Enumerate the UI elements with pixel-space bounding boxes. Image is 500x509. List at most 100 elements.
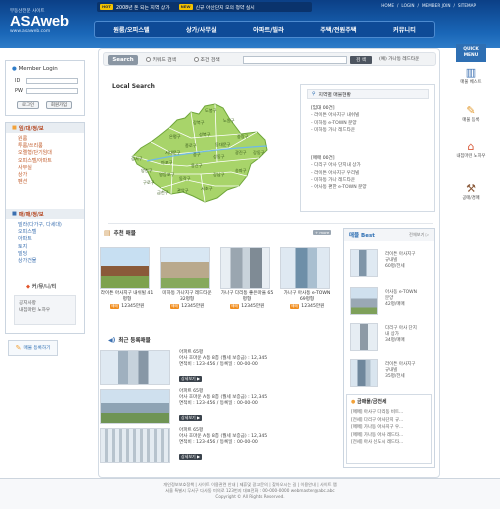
id-input[interactable] [26,78,78,84]
recommend-card[interactable]: 가나구 다리동 좋은마을 65평형 매매 12345만원 [220,247,274,309]
region-item[interactable]: - 미하동 가나 레드타운 [311,127,359,134]
hot-deal-item[interactable]: [전세] 아사 신도시 레드타... [351,439,403,447]
site-logo[interactable]: 부동산전문 사이트 ASAweb www.asaweb.com [10,8,69,34]
sale-item[interactable]: 아파트 [18,236,62,243]
best-item[interactable]: 라이튼 아사지구 규내빌 35평/전세 [350,359,436,391]
recommend-heading: ▤ 추천 매물 [104,229,136,237]
quick-item-register[interactable]: ✎ 매물 등록 [456,104,486,123]
detail-button[interactable]: 상세보기 ▶ [179,454,203,460]
best-item[interactable]: 아사동 e-TOWN 분양 42평/매매 [350,287,436,319]
region-item[interactable]: - 미하동 e-TOWN 분양 [311,120,359,127]
region-item[interactable]: - 다리구 아사 단지내 상가 [311,162,367,169]
recent-listing[interactable]: 아파트 65평 아사 호마운 A동 8층 (월세 보증금) : 12,345 면… [100,350,336,390]
best-line: 60평/전세 [385,264,405,269]
district-label[interactable]: 은평구 [169,133,181,140]
region-item[interactable]: - 미하동 가나 레드타운 [311,177,367,184]
recent-listing[interactable]: 아파트 65평 아사 호마운 A동 8층 (월세 보증금) : 12,345 면… [100,428,336,468]
district-label[interactable]: 구로구 [143,180,155,186]
seoul-map[interactable]: 도봉구 노원구 강북구 은평구 성북구 중랑구 종로구 동대문구 서대문구 중구… [107,90,297,220]
keyword-radio[interactable]: 키워드 검색 [146,56,176,63]
district-label[interactable]: 노원구 [223,117,235,124]
district-label[interactable]: 서대문구 [165,149,181,156]
nav-item[interactable]: 주택/전원주택 [320,25,356,34]
sale-item[interactable]: 빌딩 [18,251,62,258]
district-label[interactable]: 강남구 [213,171,225,178]
detail-button[interactable]: 상세보기 ▶ [179,415,203,421]
region-item[interactable]: - 아사동 편한 e-TOWN 분양 [311,184,367,191]
quick-item-howto[interactable]: ⌂ 내집마련 노하우 [456,140,486,159]
rent-item[interactable]: 오피스텔/아파트 [18,158,52,165]
recommend-card[interactable]: 라이튼 아사지구 내쉬빌 41평형 매매 12345만원 [100,247,154,309]
district-label[interactable]: 성동구 [213,153,225,160]
district-label[interactable]: 성북구 [199,131,211,138]
sale-item[interactable]: 토지 [18,244,62,251]
hot-deal-item[interactable]: [매매] 가나동 아사 레드타... [351,432,403,440]
quick-item-best[interactable]: ▥ 매물 베스트 [456,66,486,85]
district-label[interactable]: 서초구 [201,185,213,192]
price-value: 12345만원 [301,304,325,310]
listing-info: 아파트 65평 아사 호마운 A동 8층 (월세 보증금) : 12,345 면… [179,389,267,408]
toplink-join[interactable]: MEMBER JOIN [422,3,451,8]
nav-item[interactable]: 원룸/오피스텔 [113,25,149,34]
region-item[interactable]: - 라이튼 아사지구 내쉬빌 [311,112,359,119]
notice-ticker[interactable]: HOT 2008년 돈 되는 지역 상가 NEW 신규 아산단지 모의 청약 실… [97,2,312,12]
sale-item[interactable]: 상가건물 [18,258,62,265]
district-label[interactable]: 강서구 [131,155,143,162]
footer-copyright: Copyright © All Rights Reserved. [215,494,285,500]
detail-button[interactable]: 상세보기 ▶ [179,376,203,382]
condition-radio[interactable]: 조건 검색 [194,56,220,63]
pencil-icon: ✎ [15,344,22,352]
toplink-home[interactable]: HOME [381,3,394,8]
search-button[interactable]: 검 색 [350,56,372,64]
nav-item[interactable]: 커뮤니티 [393,25,416,34]
district-label[interactable]: 동작구 [179,175,191,182]
recommend-card[interactable]: 가나구 아사동 e-TOWN 69평형 매매 12345만원 [280,247,334,309]
district-label[interactable]: 영등포구 [159,171,175,178]
district-label[interactable]: 마포구 [161,159,173,166]
new-badge: NEW [178,4,193,10]
hot-deal-item[interactable]: [매매] 가나동 아사지구 우... [351,424,403,432]
best-item[interactable]: 다리구 아사 단지 내 상가 34평/매매 [350,323,436,355]
recommend-card[interactable]: 미하동 가나지구 레드타운 32평형 매매 12345만원 [160,247,214,309]
rent-item[interactable]: 펜션 [18,179,52,186]
sale-group-title: [매매 00건] [311,156,335,161]
district-label[interactable]: 중랑구 [237,133,249,140]
best-item[interactable]: 라이튼 아사지구 규내빌 60평/전세 [350,249,436,281]
nav-item[interactable]: 아파트/빌라 [253,25,284,34]
district-label[interactable]: 강북구 [193,119,205,126]
district-label[interactable]: 강동구 [253,149,265,156]
district-label[interactable]: 양천구 [141,167,153,174]
rent-item[interactable]: 사무실 [18,165,52,172]
rent-group-title: [임대 00건] [311,106,335,111]
district-label[interactable]: 용산구 [191,162,203,169]
district-label[interactable]: 송파구 [235,167,247,174]
join-button[interactable]: 회원가입 [46,101,72,109]
nav-item[interactable]: 상가/사무실 [186,25,217,34]
house-icon: ⌂ [467,140,475,153]
folder-icon: ■ [12,211,17,217]
best-more-link[interactable]: 전체보기 ▷ [409,232,429,238]
region-item[interactable]: - 라이튼 아사지구 우리빌 [311,170,367,177]
new-text[interactable]: 신규 아산단지 모의 청약 실시 [196,4,255,11]
recommend-more-button[interactable]: + more [313,230,332,235]
rent-item[interactable]: 오렐형/단기임대 [18,150,52,157]
toplink-sitemap[interactable]: SITEMAP [458,3,476,8]
search-input[interactable] [243,56,347,64]
district-label[interactable]: 금천구 [157,189,169,196]
toplink-login[interactable]: LOGIN [401,3,414,8]
login-title-text: Member Login [18,66,58,72]
district-label[interactable]: 관악구 [177,187,189,194]
hot-text[interactable]: 2008년 돈 되는 지역 상가 [116,4,170,11]
pw-input[interactable] [26,88,78,94]
community-item[interactable]: 내집마련 노하우 [19,307,71,314]
district-label[interactable]: 광진구 [235,149,247,156]
quick-item-auction[interactable]: ⚒ 공매/경매 [456,182,486,201]
hot-deal-item[interactable]: [매매] 아사구 다리동 비트... [351,409,403,417]
login-button[interactable]: 로그인 [17,101,39,109]
hot-deal-item[interactable]: [전세] 다리구 아사단지 규... [351,417,403,425]
district-label[interactable]: 동대문구 [215,141,231,148]
community-item[interactable]: 공지사항 [19,300,71,307]
recent-listing[interactable]: 아파트 65평 아사 호마운 A동 8층 (월세 보증금) : 12,345 면… [100,389,336,429]
register-banner[interactable]: ✎ 매물 등록하기 [8,340,58,356]
footer: 개인정보보호정책 | 사이트 이용관련 안내 | 제휴및 광고문의 | 찾아오시… [0,478,500,509]
